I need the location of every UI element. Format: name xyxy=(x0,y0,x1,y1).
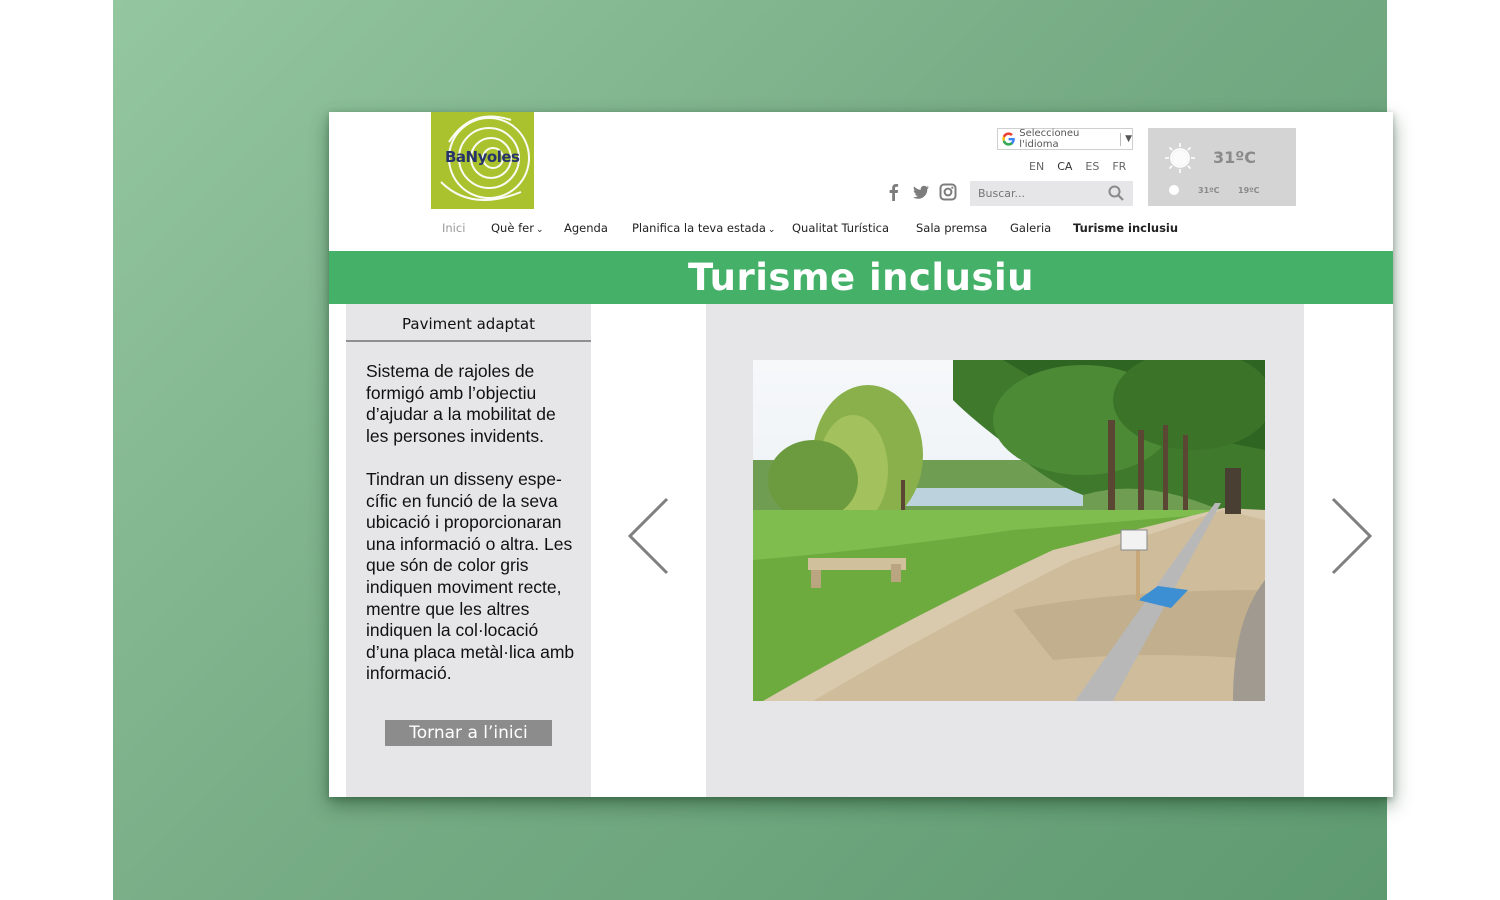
page-title: Turisme inclusiu xyxy=(687,256,1035,299)
panel-title: Paviment adaptat xyxy=(346,304,591,342)
language-select-label: Seleccioneu l'idioma xyxy=(1019,128,1080,150)
language-links: EN CA ES FR xyxy=(1029,160,1126,173)
nav-label: Agenda xyxy=(564,221,608,235)
page-banner: Turisme inclusiu xyxy=(329,251,1393,304)
image-gallery xyxy=(706,304,1304,797)
chevron-down-icon: ⌄ xyxy=(535,225,544,235)
search-input[interactable] xyxy=(978,181,1098,206)
logo-text: BaNyoles xyxy=(445,148,520,166)
nav-label: Planifica la teva estada xyxy=(632,221,766,235)
gallery-photo[interactable] xyxy=(753,360,1265,701)
site-logo[interactable]: BaNyoles xyxy=(431,112,534,209)
twitter-icon[interactable] xyxy=(912,183,930,201)
nav-item-turisme-inclusiu[interactable]: Turisme inclusiu xyxy=(1073,221,1178,235)
chevron-left-icon[interactable] xyxy=(625,496,671,576)
lang-fr[interactable]: FR xyxy=(1112,160,1126,173)
facebook-icon[interactable] xyxy=(885,183,903,201)
webpage: BaNyoles Seleccioneu l'idioma ▼ EN CA ES… xyxy=(329,112,1393,797)
nav-label: Inici xyxy=(442,221,466,235)
current-temperature: 31ºC xyxy=(1213,148,1257,167)
mockup-background: BaNyoles Seleccioneu l'idioma ▼ EN CA ES… xyxy=(113,0,1393,900)
panel-paragraph: Sistema de rajoles de formigó amb l’obje… xyxy=(366,361,556,446)
search-box xyxy=(970,181,1133,206)
sun-small-icon xyxy=(1169,185,1179,195)
nav-item-inici[interactable]: Inici xyxy=(442,221,465,235)
nav-label: Què fer xyxy=(491,221,534,235)
nav-item-qualitat[interactable]: Qualitat Turística xyxy=(792,221,889,235)
nav-label: Qualitat Turística xyxy=(792,221,890,235)
lang-en[interactable]: EN xyxy=(1029,160,1044,173)
high-temperature: 31ºC xyxy=(1198,186,1220,195)
panel-body: Sistema de rajoles de formigó amb l’obje… xyxy=(346,342,591,685)
divider xyxy=(1120,132,1122,146)
search-icon[interactable] xyxy=(1108,185,1124,201)
language-select[interactable]: Seleccioneu l'idioma ▼ xyxy=(997,128,1133,150)
low-temperature: 19ºC xyxy=(1238,186,1260,195)
nav-label: Turisme inclusiu xyxy=(1073,221,1179,235)
nav-item-galeria[interactable]: Galeria xyxy=(1010,221,1051,235)
nav-item-que-fer[interactable]: Què fer ⌄ xyxy=(491,221,543,235)
nav-item-planifica[interactable]: Planifica la teva estada ⌄ xyxy=(632,221,775,235)
back-home-button[interactable]: Tornar a l’inici xyxy=(385,720,552,746)
nav-label: Galeria xyxy=(1010,221,1052,235)
google-g-icon xyxy=(1002,132,1015,146)
info-panel: Paviment adaptat Sistema de rajoles de f… xyxy=(346,304,591,797)
lang-es[interactable]: ES xyxy=(1085,160,1099,173)
chevron-right-icon[interactable] xyxy=(1329,496,1375,576)
nav-item-agenda[interactable]: Agenda xyxy=(564,221,608,235)
social-links xyxy=(885,183,957,201)
nav-label: Sala premsa xyxy=(916,221,988,235)
dropdown-arrow-icon: ▼ xyxy=(1125,134,1132,144)
lang-ca[interactable]: CA xyxy=(1057,160,1072,173)
chevron-down-icon: ⌄ xyxy=(767,225,776,235)
nav-item-sala-premsa[interactable]: Sala premsa xyxy=(916,221,987,235)
sun-icon xyxy=(1165,143,1195,173)
panel-paragraph: Tindran un disseny espe­cífic en funció … xyxy=(366,468,575,684)
instagram-icon[interactable] xyxy=(939,183,957,201)
park-path-photo xyxy=(753,360,1265,701)
weather-widget: 31ºC 31ºC 19ºC xyxy=(1148,128,1296,206)
